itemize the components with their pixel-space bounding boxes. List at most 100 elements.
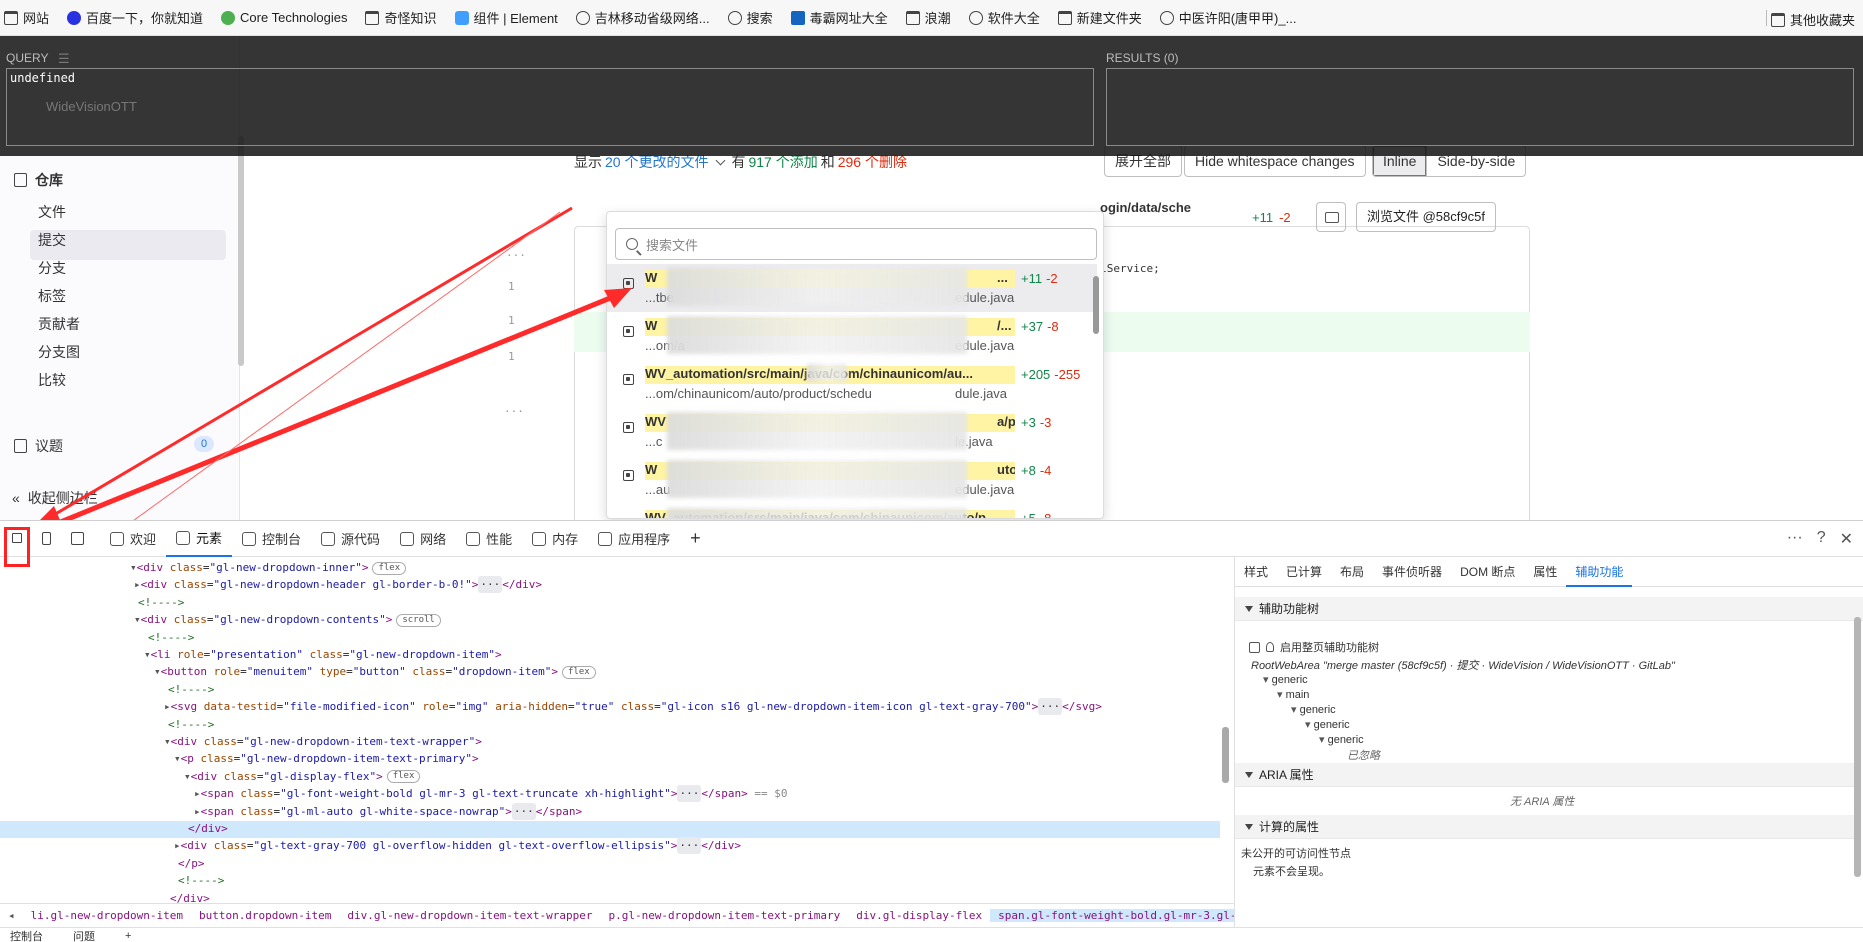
dom-node[interactable]: ▾<button role="menuitem" type="button" c… [154, 663, 596, 680]
expand-toggle-icon[interactable]: ▾ [1291, 704, 1300, 716]
expand-toggle-icon[interactable]: ▾ [164, 735, 171, 748]
expand-toggle-icon[interactable]: ▸ [194, 787, 201, 800]
dropdown-file-item[interactable]: WV_automation/src/main/java/com/chinauni… [607, 360, 1097, 408]
breadcrumb-item[interactable]: div.gl-new-dropdown-item-text-wrapper [339, 909, 600, 922]
dropdown-file-item[interactable]: WV_automation/src/main/java/com/chinauni… [607, 504, 1097, 518]
drawer-tab[interactable]: 控制台 [10, 928, 43, 942]
devtools-tab[interactable]: 欢迎 [100, 521, 166, 557]
side-panel-scrollbar[interactable] [1854, 617, 1861, 877]
expand-toggle-icon[interactable]: ▸ [194, 805, 201, 818]
elements-scrollbar[interactable] [1222, 727, 1229, 783]
dom-node[interactable]: ▸<div class="gl-text-gray-700 gl-overflo… [174, 837, 741, 855]
bookmark-item[interactable]: 浪潮 [905, 8, 951, 27]
dom-node[interactable]: <!----> [178, 872, 224, 889]
a11y-tree-section[interactable]: 辅助功能树 [1235, 597, 1863, 621]
dom-node[interactable]: <!----> [138, 594, 184, 611]
devtools-tab[interactable]: 网络 [390, 521, 456, 557]
query-input[interactable]: undefined [6, 68, 1094, 146]
dock-side-icon[interactable] [66, 527, 90, 551]
dom-node[interactable]: <!----> [148, 629, 194, 646]
a11y-tree-node[interactable]: ▾ generic [1291, 703, 1336, 716]
expand-toggle-icon[interactable]: ▾ [144, 648, 151, 661]
a11y-tree-node[interactable]: ▾ generic [1319, 733, 1364, 746]
sidebar-item[interactable]: 分支图 [38, 342, 80, 362]
file-path[interactable]: ogin/data/sche [1100, 200, 1191, 215]
devtools-tab[interactable]: 内存 [522, 521, 588, 557]
dom-node[interactable]: ▾<div class="gl-new-dropdown-inner"> flex [130, 559, 407, 576]
breadcrumb-item[interactable]: div.gl-display-flex [848, 909, 990, 922]
drawer-tab[interactable]: 问题 [73, 928, 95, 942]
collapse-sidebar-button[interactable]: « 收起侧边栏 [12, 488, 98, 508]
add-drawer-tab-icon[interactable]: + [125, 930, 131, 942]
side-panel-tab[interactable]: 属性 [1524, 557, 1566, 587]
bookmark-item[interactable]: 毒霸网址大全 [790, 8, 888, 27]
expand-toggle-icon[interactable]: ▾ [184, 770, 191, 783]
dom-node[interactable]: <!----> [168, 716, 214, 733]
expand-toggle-icon[interactable]: ▾ [1277, 689, 1286, 701]
dom-node[interactable]: ▸<span class="gl-ml-auto gl-white-space-… [194, 802, 582, 820]
breadcrumb-item[interactable]: li.gl-new-dropdown-item [23, 909, 191, 922]
comment-button[interactable] [1316, 202, 1346, 232]
bookmark-item[interactable]: 奇怪知识 [365, 8, 437, 27]
dom-node[interactable]: </p> [178, 855, 205, 872]
expand-toggle-icon[interactable]: ▾ [154, 665, 161, 678]
expand-toggle-icon[interactable]: ▸ [164, 700, 171, 713]
expand-toggle-icon[interactable]: ▸ [134, 578, 141, 591]
other-bookmarks[interactable]: 其他收藏夹 [1770, 10, 1855, 29]
dom-node[interactable]: ▸<svg data-testid="file-modified-icon" r… [164, 698, 1102, 716]
a11y-tree-node[interactable]: ▾ main [1277, 688, 1309, 701]
dropdown-file-item[interactable]: W... ...tbe edule.java +11 -2 [607, 264, 1097, 312]
breadcrumb-item[interactable]: button.dropdown-item [191, 909, 339, 922]
bookmark-item[interactable]: 软件大全 [968, 8, 1040, 27]
dropdown-file-item[interactable]: WVa/p... ...c le.java +3-3 [607, 408, 1097, 456]
browse-file-button[interactable]: 浏览文件 @58cf9c5f [1356, 202, 1496, 232]
dom-node[interactable]: <!----> [168, 681, 214, 698]
devtools-tab[interactable]: 应用程序 [588, 521, 680, 557]
bookmark-item[interactable]: 搜索 [727, 8, 773, 27]
expand-toggle-icon[interactable]: ▾ [1305, 719, 1314, 731]
help-icon[interactable]: ? [1817, 529, 1826, 549]
dom-node[interactable]: ▾<li role="presentation" class="gl-new-d… [144, 646, 502, 663]
expand-toggle-icon[interactable]: ▾ [130, 561, 137, 574]
expand-toggle-icon[interactable]: ▾ [134, 613, 141, 626]
breadcrumb-item[interactable]: span.gl-font-weight-bold.gl-mr-3.gl-text… [990, 909, 1234, 922]
bookmark-item[interactable]: Core Technologies [221, 10, 347, 25]
layout-badge[interactable]: flex [562, 665, 596, 679]
sidebar-item[interactable]: 贡献者 [38, 314, 80, 334]
sidebar-item[interactable]: 分支 [38, 258, 66, 278]
dom-node[interactable]: </div> [188, 820, 228, 837]
bookmark-item[interactable]: 组件 | Element [454, 8, 558, 27]
sidebar-item[interactable]: 提交 [38, 230, 66, 250]
dropdown-scrollbar[interactable] [1093, 276, 1099, 334]
ellipsis-icon[interactable]: ··· [1038, 698, 1063, 716]
more-icon[interactable]: ··· [1787, 529, 1803, 549]
device-emulation-icon[interactable] [36, 527, 60, 551]
sidebar-item[interactable]: 比较 [38, 370, 66, 390]
layout-badge[interactable]: scroll [396, 613, 441, 627]
layout-badge[interactable]: flex [386, 770, 421, 784]
dom-node[interactable]: ▸<span class="gl-font-weight-bold gl-mr-… [194, 785, 787, 803]
aria-section[interactable]: ARIA 属性 [1235, 763, 1855, 787]
devtools-tab[interactable]: 元素 [166, 521, 233, 557]
sidebar-item[interactable]: 文件 [38, 202, 66, 222]
devtools-tab[interactable]: 性能 [456, 521, 522, 557]
expand-toggle-icon[interactable]: ▾ [174, 752, 181, 765]
side-panel-tab[interactable]: 事件侦听器 [1373, 557, 1451, 587]
side-panel-tab[interactable]: 已计算 [1277, 557, 1331, 587]
side-panel-tab[interactable]: 布局 [1331, 557, 1373, 587]
devtools-tab[interactable]: 控制台 [232, 521, 311, 557]
dropdown-file-item[interactable]: W/... ...om/a edule.java +37 -8 [607, 312, 1097, 360]
close-icon[interactable]: ✕ [1840, 529, 1853, 549]
add-tab-icon[interactable]: + [680, 521, 711, 557]
sidebar-repository-header[interactable]: 仓库 [14, 170, 63, 190]
a11y-tree-node[interactable]: ▾ generic [1263, 673, 1308, 686]
a11y-root-node[interactable]: RootWebArea "merge master (58cf9c5f) · 提… [1251, 657, 1675, 673]
sidebar-item[interactable]: 标签 [38, 286, 66, 306]
layout-badge[interactable]: flex [372, 561, 407, 575]
ellipsis-icon[interactable]: ··· [677, 837, 702, 855]
checkbox[interactable] [1249, 641, 1260, 653]
sidebar-item-issues[interactable]: 议题 [14, 436, 63, 456]
ellipsis-icon[interactable]: ··· [478, 576, 503, 594]
side-panel-tab[interactable]: 辅助功能 [1566, 557, 1633, 587]
enable-full-tree-checkbox[interactable]: 启用整页辅助功能树 [1249, 639, 1379, 655]
